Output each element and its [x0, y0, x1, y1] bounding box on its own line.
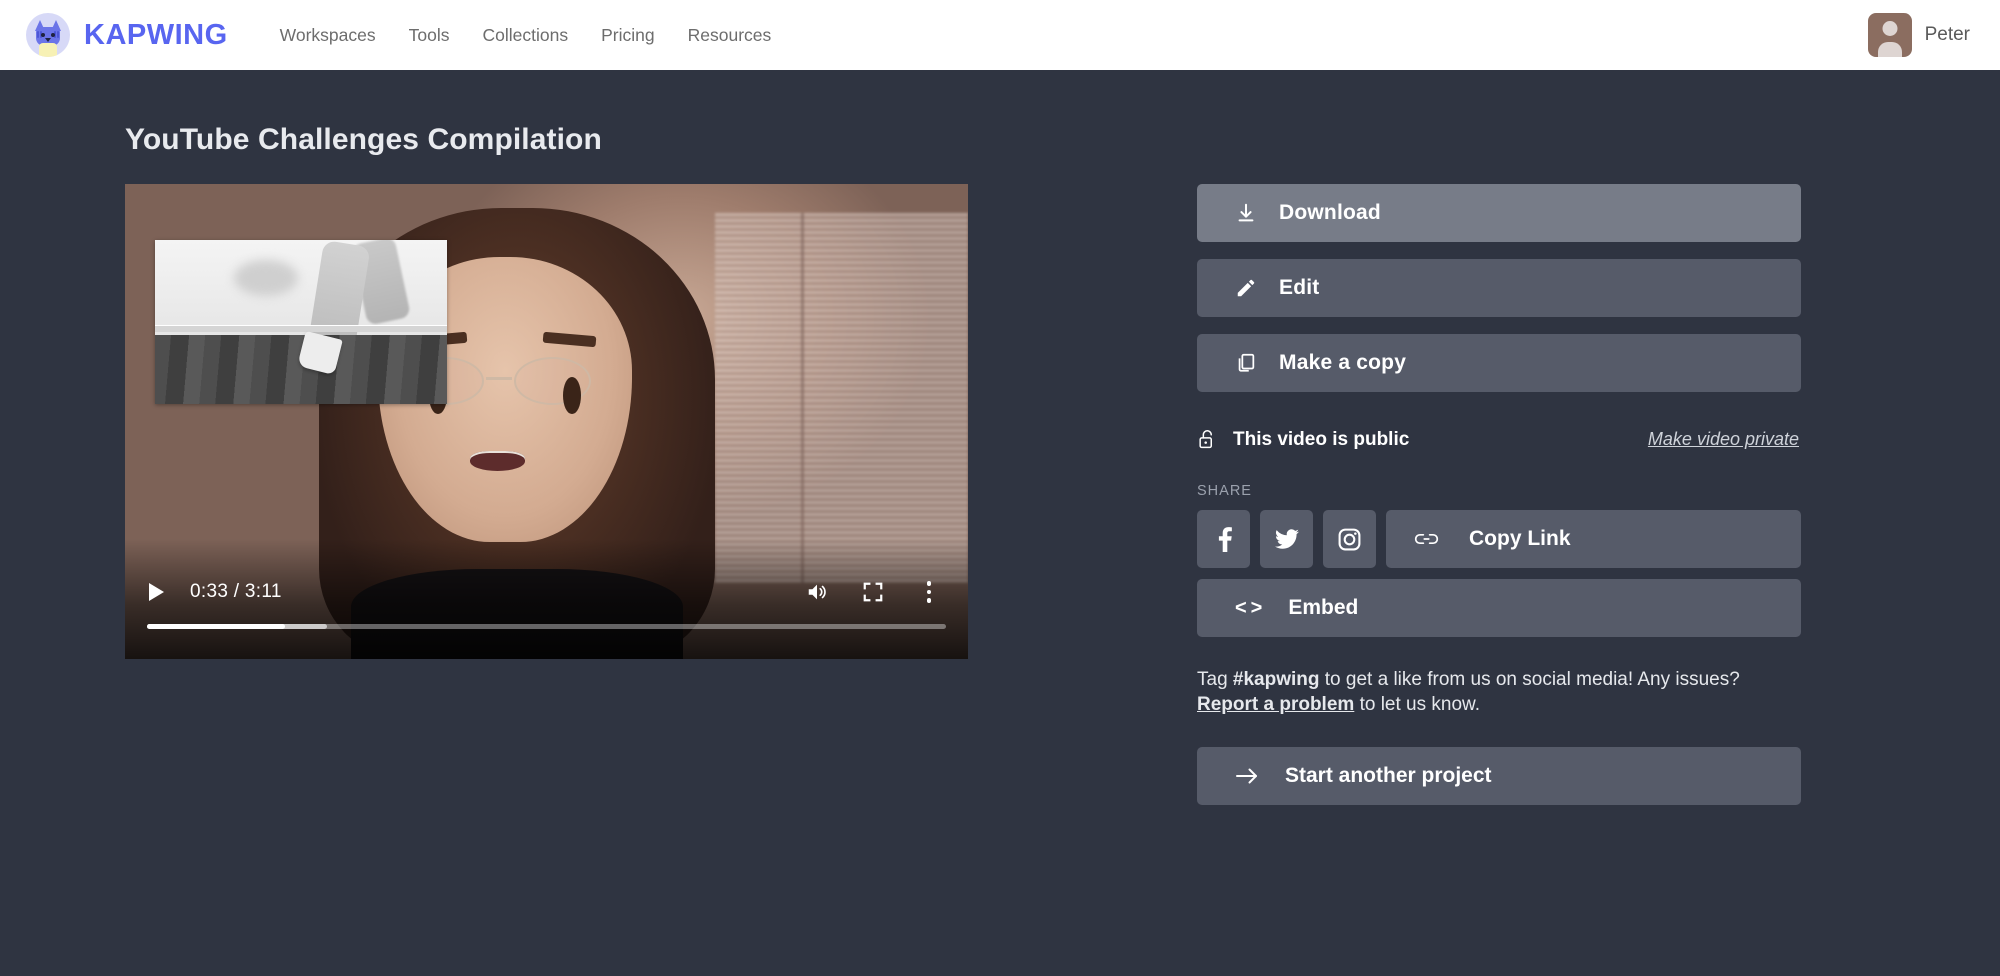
nav-link-workspaces[interactable]: Workspaces: [280, 25, 376, 46]
arrow-right-icon: [1235, 767, 1259, 785]
nav-link-resources[interactable]: Resources: [688, 25, 772, 46]
user-name: Peter: [1925, 24, 1970, 46]
start-another-project-button[interactable]: Start another project: [1197, 747, 1801, 805]
make-a-copy-button[interactable]: Make a copy: [1197, 334, 1801, 392]
instagram-icon: [1337, 527, 1362, 552]
volume-icon[interactable]: [800, 575, 834, 609]
make-video-private-link[interactable]: Make video private: [1648, 429, 1799, 450]
kapwing-cat-mascot-icon: [26, 13, 70, 57]
duplicate-icon: [1235, 352, 1269, 374]
link-icon: [1414, 531, 1439, 547]
nav-link-tools[interactable]: Tools: [409, 25, 450, 46]
copy-link-label: Copy Link: [1469, 527, 1571, 551]
embed-label: Embed: [1288, 596, 1358, 620]
progress-played: [147, 624, 285, 629]
primary-nav: Workspaces Tools Collections Pricing Res…: [280, 25, 772, 46]
download-button[interactable]: Download: [1197, 184, 1801, 242]
download-label: Download: [1279, 201, 1381, 225]
tagline-text: Tag #kapwing to get a like from us on so…: [1197, 667, 1757, 717]
pencil-icon: [1235, 277, 1269, 299]
top-navigation-bar: KAPWING Workspaces Tools Collections Pri…: [0, 0, 2000, 70]
brand-logo[interactable]: KAPWING: [26, 13, 228, 57]
nav-link-pricing[interactable]: Pricing: [601, 25, 655, 46]
instagram-share-button[interactable]: [1323, 510, 1376, 568]
content-area: 0:33 / 3:11: [0, 184, 2000, 805]
fullscreen-icon[interactable]: [856, 575, 890, 609]
facebook-icon: [1212, 526, 1236, 552]
hashtag-kapwing: #kapwing: [1233, 669, 1320, 690]
more-options-icon[interactable]: [912, 575, 946, 609]
tagline-middle: to get a like from us on social media! A…: [1320, 669, 1740, 690]
time-display: 0:33 / 3:11: [190, 581, 282, 603]
download-icon: [1235, 202, 1269, 224]
start-another-project-label: Start another project: [1285, 764, 1492, 788]
twitter-share-button[interactable]: [1260, 510, 1313, 568]
share-buttons-row: Copy Link: [1197, 510, 1801, 568]
unlocked-padlock-icon: [1197, 428, 1216, 451]
user-menu[interactable]: Peter: [1868, 13, 1970, 57]
page-body: YouTube Challenges Compilation: [0, 123, 2000, 805]
avatar: [1868, 13, 1912, 57]
video-player[interactable]: 0:33 / 3:11: [125, 184, 968, 659]
tagline-suffix: to let us know.: [1354, 694, 1480, 715]
facebook-share-button[interactable]: [1197, 510, 1250, 568]
edit-label: Edit: [1279, 276, 1319, 300]
brand-wordmark: KAPWING: [84, 19, 228, 52]
video-background-closet: [715, 213, 968, 584]
tagline-prefix: Tag: [1197, 669, 1233, 690]
copy-link-button[interactable]: Copy Link: [1386, 510, 1801, 568]
privacy-status: This video is public: [1233, 429, 1409, 451]
side-panel: Download Edit Make a c: [1197, 184, 1801, 805]
share-heading: SHARE: [1197, 483, 1801, 499]
make-a-copy-label: Make a copy: [1279, 351, 1406, 375]
progress-bar[interactable]: [147, 624, 946, 629]
nav-link-collections[interactable]: Collections: [483, 25, 569, 46]
edit-button[interactable]: Edit: [1197, 259, 1801, 317]
embed-button[interactable]: < > Embed: [1197, 579, 1801, 637]
play-button[interactable]: [143, 579, 169, 605]
page-title: YouTube Challenges Compilation: [125, 123, 2000, 157]
twitter-icon: [1274, 527, 1300, 551]
video-inset-clip: [155, 240, 447, 404]
player-controls: 0:33 / 3:11: [125, 572, 968, 612]
code-brackets-icon: < >: [1235, 597, 1262, 620]
report-a-problem-link[interactable]: Report a problem: [1197, 694, 1354, 715]
privacy-row: This video is public Make video private: [1197, 428, 1801, 451]
